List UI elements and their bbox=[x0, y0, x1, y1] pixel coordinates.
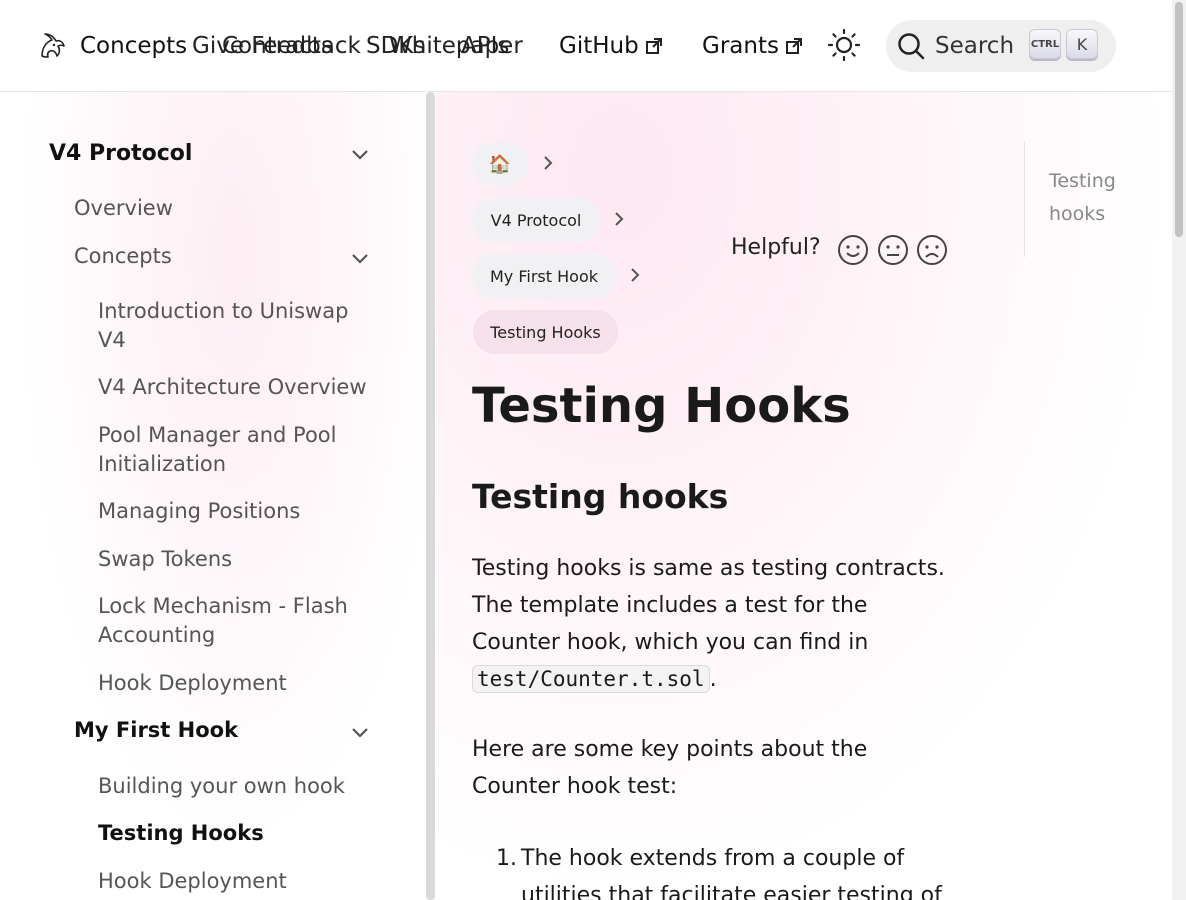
breadcrumb-label: V4 Protocol bbox=[490, 210, 582, 230]
section-heading: Testing hooks bbox=[472, 477, 729, 516]
intro-paragraph: Testing hooks is same as testing contrac… bbox=[472, 550, 962, 698]
sidebar-item-pool-manager[interactable]: Pool Manager and Pool Initialization bbox=[98, 421, 378, 479]
nav-concepts-link[interactable]: Concepts bbox=[80, 32, 187, 60]
sidebar-item-overview[interactable]: Overview bbox=[74, 194, 173, 223]
chevron-down-icon[interactable] bbox=[349, 721, 371, 743]
external-link-icon bbox=[645, 38, 662, 54]
sidebar-item-hook-deployment[interactable]: Hook Deployment bbox=[98, 669, 287, 698]
list-item: The hook extends from a couple of utilit… bbox=[521, 846, 942, 900]
sidebar-item-my-first-hook[interactable]: My First Hook bbox=[74, 716, 238, 745]
main-content: 🏠 V4 Protocol My First Hook Testing Hook… bbox=[436, 92, 1172, 900]
page-title: Testing Hooks bbox=[472, 378, 851, 434]
sidebar-item-building-hook[interactable]: Building your own hook bbox=[98, 772, 345, 801]
breadcrumb-label: My First Hook bbox=[490, 266, 598, 286]
breadcrumb-my-first-hook[interactable]: My First Hook bbox=[472, 254, 616, 298]
breadcrumb-label: Testing Hooks bbox=[490, 322, 601, 342]
sidebar-item-managing-positions[interactable]: Managing Positions bbox=[98, 497, 300, 526]
happy-face-icon[interactable] bbox=[837, 234, 869, 266]
search-label: Search bbox=[935, 33, 1015, 59]
list-number: 1. bbox=[496, 846, 517, 871]
sidebar-item-swap-tokens[interactable]: Swap Tokens bbox=[98, 545, 232, 574]
search-icon bbox=[898, 33, 925, 60]
intro-text: Testing hooks is same as testing contrac… bbox=[472, 556, 945, 655]
kbd-ctrl-key: CTRL bbox=[1029, 29, 1061, 59]
nav-apis-link[interactable]: APIs bbox=[461, 32, 509, 60]
breadcrumb-v4-protocol[interactable]: V4 Protocol bbox=[472, 198, 600, 242]
helpful-label: Helpful? bbox=[731, 235, 821, 260]
sidebar-section-v4-protocol[interactable]: V4 Protocol bbox=[49, 139, 192, 168]
sidebar-item-introduction[interactable]: Introduction to Uniswap V4 bbox=[98, 297, 378, 355]
code-file-path: test/Counter.t.sol bbox=[472, 665, 710, 693]
home-icon: 🏠 bbox=[488, 153, 512, 175]
nav-github-label: GitHub bbox=[559, 33, 639, 59]
page-scrollbar-thumb[interactable] bbox=[1175, 2, 1183, 237]
theme-toggle-sun-icon[interactable] bbox=[826, 27, 862, 63]
sidebar-item-lock-mechanism[interactable]: Lock Mechanism - Flash Accounting bbox=[98, 592, 378, 650]
uniswap-logo-icon[interactable] bbox=[36, 30, 68, 62]
chevron-down-icon[interactable] bbox=[349, 247, 371, 269]
search-button[interactable]: Search CTRL K bbox=[886, 20, 1116, 72]
sidebar: V4 Protocol Overview Concepts Introducti… bbox=[0, 92, 426, 900]
nav-contracts-link[interactable]: Contracts bbox=[222, 32, 333, 60]
toc-divider bbox=[1024, 142, 1025, 257]
sidebar-item-testing-hooks[interactable]: Testing Hooks bbox=[98, 819, 264, 848]
key-points-paragraph: Here are some key points about the Count… bbox=[472, 737, 868, 799]
intro-end: . bbox=[709, 667, 717, 692]
chevron-right-icon bbox=[631, 268, 640, 282]
breadcrumb-testing-hooks: Testing Hooks bbox=[473, 310, 618, 354]
nav-grants-link[interactable]: Grants bbox=[702, 32, 803, 60]
sidebar-item-hook-deployment-2[interactable]: Hook Deployment bbox=[98, 867, 287, 896]
sad-face-icon[interactable] bbox=[916, 234, 948, 266]
nav-grants-label: Grants bbox=[702, 33, 779, 59]
chevron-right-icon bbox=[544, 156, 553, 170]
external-link-icon bbox=[785, 38, 802, 54]
chevron-right-icon bbox=[615, 212, 624, 226]
sidebar-item-concepts[interactable]: Concepts bbox=[74, 242, 172, 271]
chevron-down-icon[interactable] bbox=[349, 143, 371, 165]
kbd-k-key: K bbox=[1066, 29, 1098, 59]
nav-github-link[interactable]: GitHub bbox=[559, 32, 663, 60]
toc-item-testing-hooks[interactable]: Testing hooks bbox=[1049, 165, 1139, 231]
top-navigation: Concepts Give Feedback Contracts SDKs Wh… bbox=[0, 0, 1172, 92]
breadcrumb-home[interactable]: 🏠 bbox=[472, 142, 528, 186]
sidebar-scrollbar[interactable] bbox=[426, 92, 435, 900]
sidebar-item-architecture[interactable]: V4 Architecture Overview bbox=[98, 373, 367, 402]
neutral-face-icon[interactable] bbox=[877, 234, 909, 266]
